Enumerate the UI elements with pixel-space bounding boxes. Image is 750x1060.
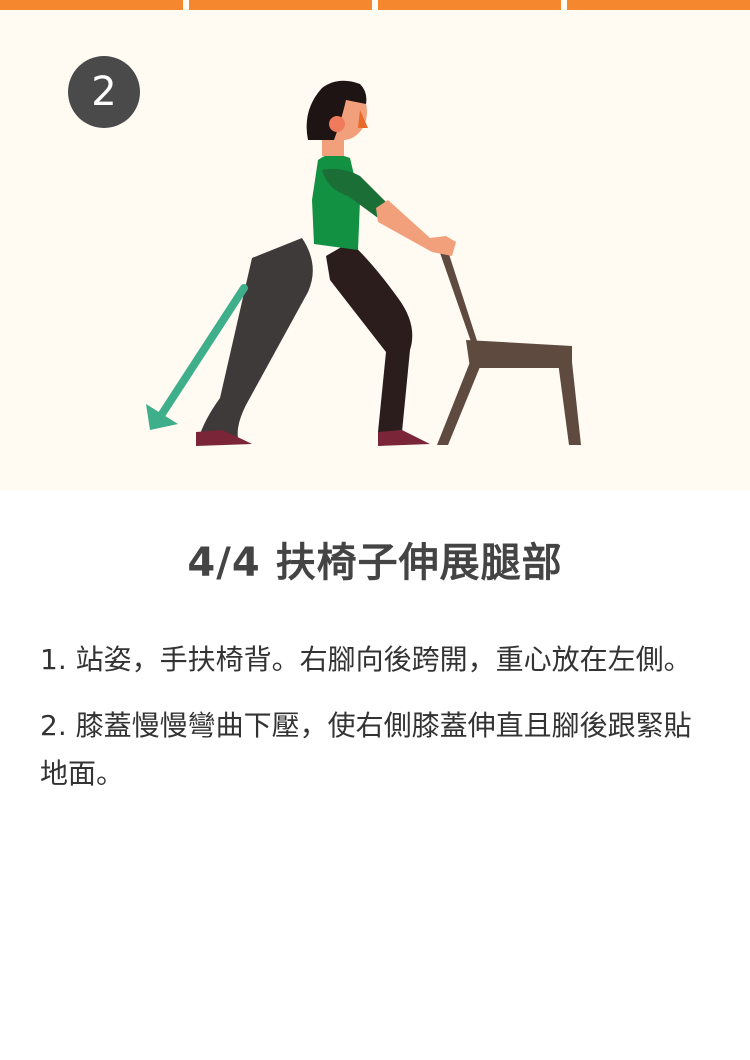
progress-segment-3 (378, 0, 561, 10)
step-number-badge: 2 (68, 56, 140, 128)
progress-segment-1 (0, 0, 183, 10)
chair-icon (437, 248, 581, 445)
exercise-title: 4/4 扶椅子伸展腿部 (187, 540, 563, 586)
instruction-step-1: 1. 站姿，手扶椅背。右腳向後跨開，重心放在左側。 (40, 643, 692, 676)
progress-segment-2 (189, 0, 372, 10)
progress-bar (0, 0, 750, 10)
instruction-list: 1. 站姿，手扶椅背。右腳向後跨開，重心放在左側。 2. 膝蓋慢慢彎曲下壓，使右… (40, 636, 716, 816)
instruction-step-2: 2. 膝蓋慢慢彎曲下壓，使右側膝蓋伸直且腳後跟緊貼地面。 (40, 709, 692, 790)
progress-segment-4 (567, 0, 750, 10)
exercise-illustration-panel: 2 (0, 0, 750, 490)
